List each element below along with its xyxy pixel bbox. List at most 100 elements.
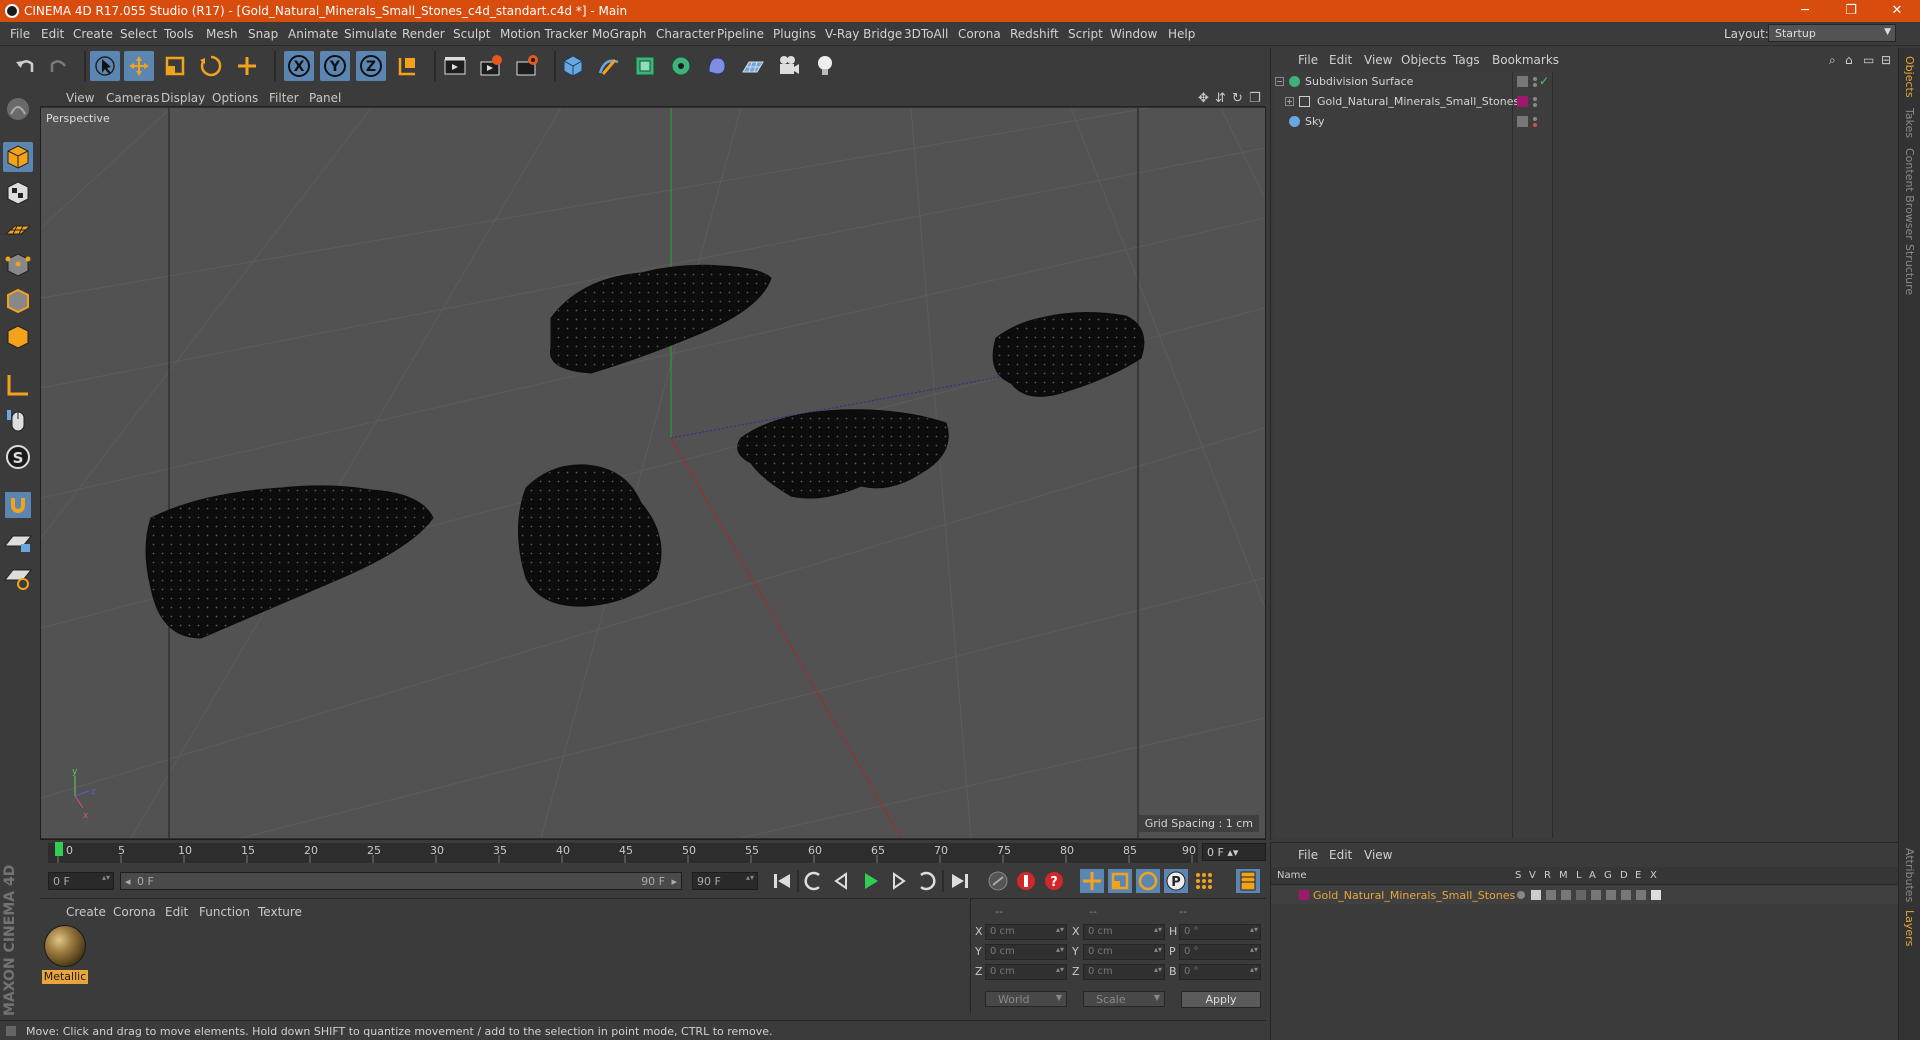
objects-menu-tags[interactable]: Tags	[1453, 53, 1480, 67]
menu-motion-tracker[interactable]: Motion Tracker	[500, 27, 588, 41]
expressions-toggle-icon[interactable]	[1636, 890, 1646, 900]
xref-toggle-icon[interactable]	[1651, 890, 1661, 900]
column-header-manager[interactable]: M	[1559, 870, 1568, 881]
end-frame-field[interactable]: 90 F ▴▾	[692, 872, 758, 890]
deformers-toggle-icon[interactable]	[1621, 890, 1631, 900]
editor-visibility-dot[interactable]	[1533, 97, 1537, 101]
column-header-xref[interactable]: X	[1650, 870, 1657, 881]
cube-icon[interactable]	[558, 51, 588, 81]
viewport-move-icon[interactable]: ✥	[1198, 91, 1209, 106]
menu-edit[interactable]: Edit	[41, 27, 64, 41]
go-to-start-icon[interactable]	[770, 869, 794, 893]
menu-script[interactable]: Script	[1068, 27, 1103, 41]
close-button[interactable]: ✕	[1874, 0, 1920, 22]
panel-options-icon[interactable]: ⊟	[1881, 53, 1891, 67]
menu-corona[interactable]: Corona	[958, 27, 1001, 41]
spline-pen-icon[interactable]	[594, 51, 624, 81]
select-arrow-icon[interactable]	[90, 51, 120, 81]
viewport-menu-panel[interactable]: Panel	[309, 91, 341, 105]
key-scale-icon[interactable]	[1108, 869, 1132, 893]
range-left-arrow-icon[interactable]: ◂	[125, 875, 131, 888]
menu-snap[interactable]: Snap	[248, 27, 278, 41]
visibility-toggle-icon[interactable]	[1517, 116, 1528, 127]
stepper-icon[interactable]: ▴▾	[1250, 965, 1258, 974]
layer-row[interactable]: Gold_Natural_Minerals_Small_Stones	[1271, 886, 1899, 904]
window-icon[interactable]: ▭	[1863, 53, 1874, 67]
floor-icon[interactable]	[738, 51, 768, 81]
undo-icon[interactable]	[10, 51, 40, 81]
model-mode-icon[interactable]	[3, 142, 33, 172]
stone-2[interactable]	[992, 311, 1145, 397]
menu-select[interactable]: Select	[120, 27, 157, 41]
render-toggle-icon[interactable]	[1546, 890, 1556, 900]
viewport-camera-label[interactable]: Perspective	[46, 112, 110, 125]
editor-visibility-dot[interactable]	[1533, 117, 1537, 121]
coordinate-space-dropdown[interactable]: World ▼	[985, 991, 1067, 1007]
stepper-icon[interactable]: ▴▾	[1154, 925, 1162, 934]
expand-icon[interactable]: +	[1285, 97, 1294, 106]
column-header-render[interactable]: R	[1544, 870, 1551, 881]
snap-icon[interactable]: S	[3, 442, 33, 472]
render-view-icon[interactable]	[440, 51, 470, 81]
menu-3dtoall[interactable]: 3DToAll	[904, 27, 948, 41]
tab-structure[interactable]: Structure	[1903, 244, 1916, 295]
objects-menu-objects[interactable]: Objects	[1401, 53, 1446, 67]
tab-attributes[interactable]: Attributes	[1903, 848, 1916, 902]
stone-3[interactable]	[737, 409, 949, 499]
axis-mode-icon[interactable]	[3, 370, 33, 400]
menu-pipeline[interactable]: Pipeline	[717, 27, 764, 41]
objects-menu-file[interactable]: File	[1298, 53, 1318, 67]
stepper-icon[interactable]: ▴▾	[1154, 945, 1162, 954]
restore-button[interactable]: ❐	[1828, 0, 1874, 22]
menu-render[interactable]: Render	[402, 27, 445, 41]
edges-mode-icon[interactable]	[3, 286, 33, 316]
motion-record-icon[interactable]	[986, 869, 1010, 893]
apply-button[interactable]: Apply	[1181, 991, 1261, 1008]
menu-redshift[interactable]: Redshift	[1010, 27, 1059, 41]
tab-layers[interactable]: Layers	[1903, 910, 1916, 946]
stepper-icon[interactable]: ▴▾	[1056, 925, 1064, 934]
material-menu-texture[interactable]: Texture	[258, 905, 302, 919]
lock-workplane-icon[interactable]	[3, 526, 33, 556]
timeline-playhead[interactable]	[55, 842, 63, 856]
menu-help[interactable]: Help	[1168, 27, 1195, 41]
magnet-icon[interactable]	[3, 490, 33, 520]
current-frame-field[interactable]: 0 F ▴▾	[1202, 843, 1266, 861]
tab-objects[interactable]: Objects	[1903, 56, 1916, 98]
material-preview-thumbnail[interactable]	[44, 925, 86, 967]
previous-frame-icon[interactable]	[830, 869, 854, 893]
column-header-deformers[interactable]: D	[1620, 870, 1628, 881]
record-active-icon[interactable]	[1014, 869, 1038, 893]
render-picture-viewer-icon[interactable]	[476, 51, 506, 81]
stepper-icon[interactable]: ▴▾	[1250, 925, 1258, 934]
points-mode-icon[interactable]	[3, 250, 33, 280]
position-z-field[interactable]: 0 cm ▴▾	[985, 964, 1067, 980]
edit-render-settings-icon[interactable]	[512, 51, 542, 81]
tweak-mode-icon[interactable]	[3, 406, 33, 436]
generators-toggle-icon[interactable]	[1606, 890, 1616, 900]
previous-key-icon[interactable]	[802, 869, 826, 893]
material-menu-edit[interactable]: Edit	[165, 905, 188, 919]
column-header-expressions[interactable]: E	[1635, 870, 1641, 881]
size-y-field[interactable]: 0 cm ▴▾	[1083, 944, 1165, 960]
viewport-menu-display[interactable]: Display	[161, 91, 205, 105]
menu-file[interactable]: File	[10, 27, 30, 41]
stepper-icon[interactable]: ▴▾	[1250, 945, 1258, 954]
column-header-locked[interactable]: L	[1576, 870, 1582, 881]
scale-icon[interactable]	[160, 51, 190, 81]
stepper-icon[interactable]: ▴▾	[1227, 846, 1238, 859]
stepper-icon[interactable]: ▴▾	[1056, 965, 1064, 974]
layer-color-swatch[interactable]	[1299, 890, 1309, 900]
z-axis-icon[interactable]: Z	[356, 51, 386, 81]
render-visibility-dot[interactable]	[1533, 123, 1537, 127]
live-select-icon[interactable]	[232, 51, 262, 81]
menu-sculpt[interactable]: Sculpt	[453, 27, 490, 41]
objects-menu-view[interactable]: View	[1364, 53, 1392, 67]
view-toggle-icon[interactable]	[1531, 890, 1541, 900]
array-icon[interactable]	[666, 51, 696, 81]
viewport-menu-view[interactable]: View	[66, 91, 94, 105]
x-axis-icon[interactable]: X	[284, 51, 314, 81]
column-header-animation[interactable]: A	[1589, 870, 1596, 881]
column-header-view[interactable]: V	[1529, 870, 1536, 881]
texture-mode-icon[interactable]	[3, 178, 33, 208]
